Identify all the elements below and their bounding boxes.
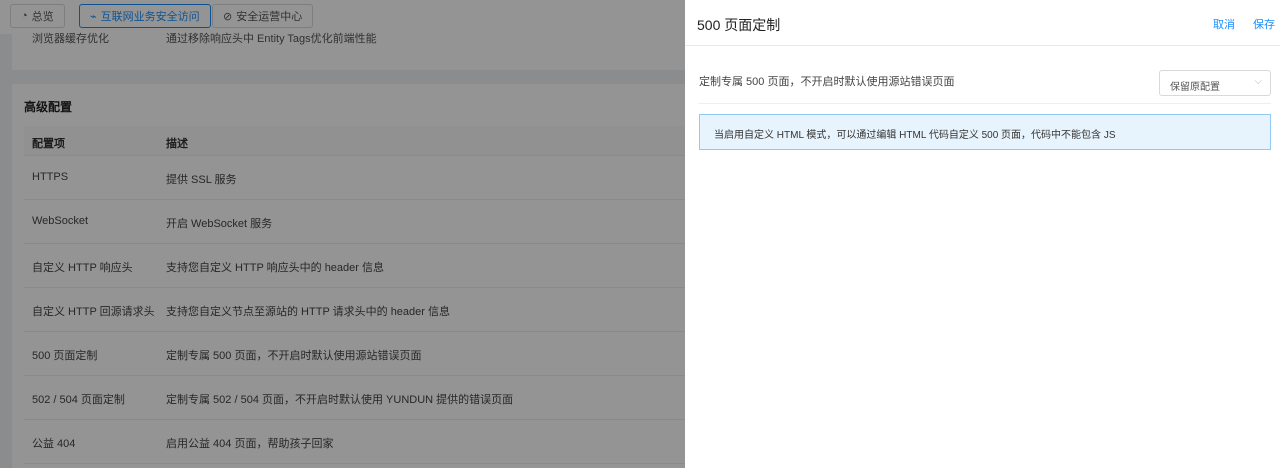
cancel-button[interactable]: 取消 — [1213, 16, 1235, 32]
drawer-header: 500 页面定制 取消 保存 — [685, 0, 1280, 46]
save-button[interactable]: 保存 — [1253, 16, 1275, 32]
setting-row: 定制专属 500 页面，不开启时默认使用源站错误页面 保留原配置 ⌵ — [699, 64, 1271, 104]
config-drawer: 500 页面定制 取消 保存 定制专属 500 页面，不开启时默认使用源站错误页… — [685, 0, 1280, 468]
mode-select[interactable]: 保留原配置 ⌵ — [1159, 70, 1271, 96]
setting-description: 定制专属 500 页面，不开启时默认使用源站错误页面 — [699, 76, 955, 88]
chevron-down-icon: ⌵ — [1254, 76, 1262, 87]
info-text: 当启用自定义 HTML 模式，可以通过编辑 HTML 代码自定义 500 页面，… — [714, 130, 1116, 141]
info-alert: 当启用自定义 HTML 模式，可以通过编辑 HTML 代码自定义 500 页面，… — [699, 114, 1271, 150]
drawer-title: 500 页面定制 — [697, 17, 781, 33]
select-value: 保留原配置 — [1170, 82, 1220, 93]
